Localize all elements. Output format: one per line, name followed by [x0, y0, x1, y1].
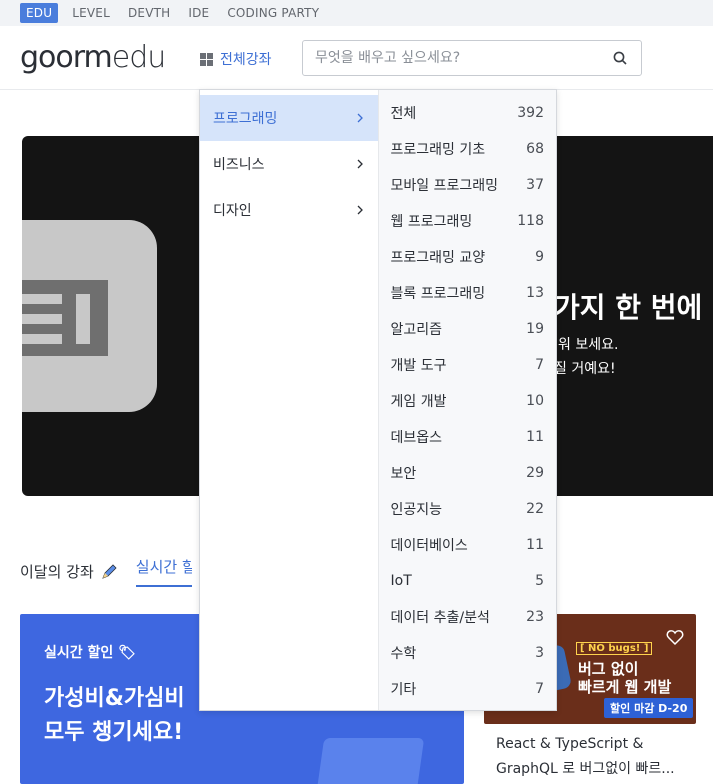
- subcategory-count: 5: [535, 573, 544, 589]
- subcategory-label: 데이터베이스: [390, 538, 468, 554]
- category-label: 비즈니스: [213, 157, 265, 173]
- site-header: goormedu 전체강좌: [0, 26, 713, 90]
- thumb-title-2: 빠르게 웹 개발: [578, 678, 672, 696]
- chevron-right-icon: [357, 113, 363, 123]
- banner-subtitle-2: 질 거예요!: [554, 361, 616, 377]
- sale-headline-2: 모두 챙기세요!: [44, 720, 184, 745]
- tab-monthly-label: 이달의 강좌: [20, 563, 94, 581]
- section-tabs: 이달의 강좌 실시간 할인: [20, 556, 192, 587]
- banner-glyph-icon: [22, 280, 108, 356]
- subcategory-count: 22: [526, 501, 544, 517]
- subcategory-count: 11: [526, 537, 544, 553]
- tab-realtime-sale[interactable]: 실시간 할인: [135, 556, 192, 587]
- pen-icon: [102, 563, 117, 579]
- subcategory-label: 인공지능: [390, 502, 443, 518]
- banner-subtitle-1: 워 보세요.: [558, 337, 619, 353]
- category-business[interactable]: 비즈니스: [200, 141, 378, 187]
- tab-monthly-courses[interactable]: 이달의 강좌: [20, 556, 118, 587]
- subcategory-count: 10: [526, 393, 544, 409]
- subcategory-item[interactable]: 전체 392: [379, 95, 557, 131]
- subcategory-label: 기타: [390, 682, 417, 698]
- subcategory-count: 29: [526, 465, 544, 481]
- subcategory-label: IoT: [390, 573, 412, 589]
- subcategory-count: 13: [526, 285, 544, 301]
- subcategory-label: 수학: [390, 646, 417, 662]
- subcategory-label: 블록 프로그래밍: [390, 286, 486, 302]
- chevron-right-icon: [357, 205, 363, 215]
- subcategory-item[interactable]: 보안 29: [379, 455, 557, 491]
- subcategory-item[interactable]: 인공지능 22: [379, 491, 557, 527]
- subcategory-list: 전체 392 프로그래밍 기초 68 모바일 프로그래밍 37 웹 프로그래밍 118 …: [378, 90, 557, 710]
- subcategory-item[interactable]: 수학 3: [379, 635, 557, 671]
- subcategory-count: 11: [526, 429, 544, 445]
- subcategory-item[interactable]: 프로그래밍 기초 68: [379, 131, 557, 167]
- subcategory-label: 보안: [390, 466, 417, 482]
- subcategory-item[interactable]: IoT 5: [379, 563, 557, 599]
- subcategory-label: 데이터 추출/분석: [390, 610, 490, 626]
- course-title-line-1: React & TypeScript &: [496, 736, 644, 752]
- logo-text: goorm: [20, 40, 113, 75]
- subcategory-item[interactable]: 모바일 프로그래밍 37: [379, 167, 557, 203]
- category-design[interactable]: 디자인: [200, 187, 378, 233]
- heart-icon[interactable]: [666, 628, 684, 646]
- subcategory-count: 7: [535, 681, 544, 697]
- subcategory-label: 모바일 프로그래밍: [390, 178, 499, 194]
- subcategory-count: 7: [535, 357, 544, 373]
- all-courses-label: 전체강좌: [220, 52, 272, 68]
- subcategory-label: 게임 개발: [390, 394, 447, 410]
- all-courses-button[interactable]: 전체강좌: [200, 49, 272, 69]
- subcategory-count: 3: [535, 645, 544, 661]
- subcategory-item[interactable]: 데이터 추출/분석 23: [379, 599, 557, 635]
- subcategory-label: 전체: [390, 106, 417, 122]
- subcategory-label: 개발 도구: [390, 358, 447, 374]
- sale-label: 실시간 할인 🏷: [44, 645, 136, 661]
- course-title-line-2: GraphQL 로 버그없이 빠르...: [496, 761, 675, 777]
- subcategory-item[interactable]: 알고리즘 19: [379, 311, 557, 347]
- subcategory-count: 392: [517, 105, 544, 121]
- category-list: 프로그래밍 비즈니스 디자인: [200, 90, 379, 710]
- search-icon[interactable]: [613, 51, 627, 65]
- category-label: 디자인: [213, 203, 252, 219]
- subcategory-label: 알고리즘: [390, 322, 443, 338]
- top-nav: EDU LEVEL DEVTH IDE CODING PARTY: [0, 0, 713, 26]
- goormedu-logo[interactable]: goormedu: [20, 40, 167, 75]
- subcategory-label: 프로그래밍 기초: [390, 142, 486, 158]
- subcategory-item[interactable]: 블록 프로그래밍 13: [379, 275, 557, 311]
- topnav-tab-level[interactable]: LEVEL: [72, 6, 110, 20]
- subcategory-item[interactable]: 웹 프로그래밍 118: [379, 203, 557, 239]
- sale-decoration: [315, 738, 425, 784]
- category-dropdown: 프로그래밍 비즈니스 디자인 전체 392 프로그래밍 기초 68 모바일 프로그래…: [199, 89, 557, 711]
- topnav-tab-coding-party[interactable]: CODING PARTY: [227, 6, 319, 20]
- subcategory-count: 68: [526, 141, 544, 157]
- subcategory-count: 23: [526, 609, 544, 625]
- dday-badge: 할인 마감 D-20: [604, 698, 694, 718]
- subcategory-label: 데브옵스: [390, 430, 443, 446]
- subcategory-label: 프로그래밍 교양: [390, 250, 486, 266]
- subcategory-item[interactable]: 데이터베이스 11: [379, 527, 557, 563]
- topnav-tab-devth[interactable]: DEVTH: [128, 6, 170, 20]
- subcategory-count: 19: [526, 321, 544, 337]
- search-input[interactable]: [303, 41, 593, 75]
- subcategory-item[interactable]: 게임 개발 10: [379, 383, 557, 419]
- thumb-badge: [ NO bugs! ]: [576, 642, 653, 655]
- logo-suffix: edu: [111, 40, 167, 75]
- sale-headline-1: 가성비&가심비: [44, 686, 185, 711]
- chevron-right-icon: [357, 159, 363, 169]
- topnav-tab-ide[interactable]: IDE: [188, 6, 209, 20]
- subcategory-count: 9: [535, 249, 544, 265]
- sale-tag-icon: 🏷: [118, 645, 136, 661]
- grid-icon: [200, 52, 213, 66]
- subcategory-item[interactable]: 개발 도구 7: [379, 347, 557, 383]
- subcategory-item[interactable]: 프로그래밍 교양 9: [379, 239, 557, 275]
- subcategory-label: 웹 프로그래밍: [390, 214, 473, 230]
- subcategory-count: 118: [517, 213, 544, 229]
- subcategory-count: 37: [526, 177, 544, 193]
- banner-title: 가지 한 번에 -: [554, 291, 713, 324]
- topnav-tab-edu[interactable]: EDU: [20, 3, 59, 23]
- category-programming[interactable]: 프로그래밍: [200, 95, 378, 141]
- category-label: 프로그래밍: [213, 111, 278, 127]
- search-box: [302, 40, 642, 76]
- subcategory-item[interactable]: 데브옵스 11: [379, 419, 557, 455]
- subcategory-item[interactable]: 기타 7: [379, 671, 557, 707]
